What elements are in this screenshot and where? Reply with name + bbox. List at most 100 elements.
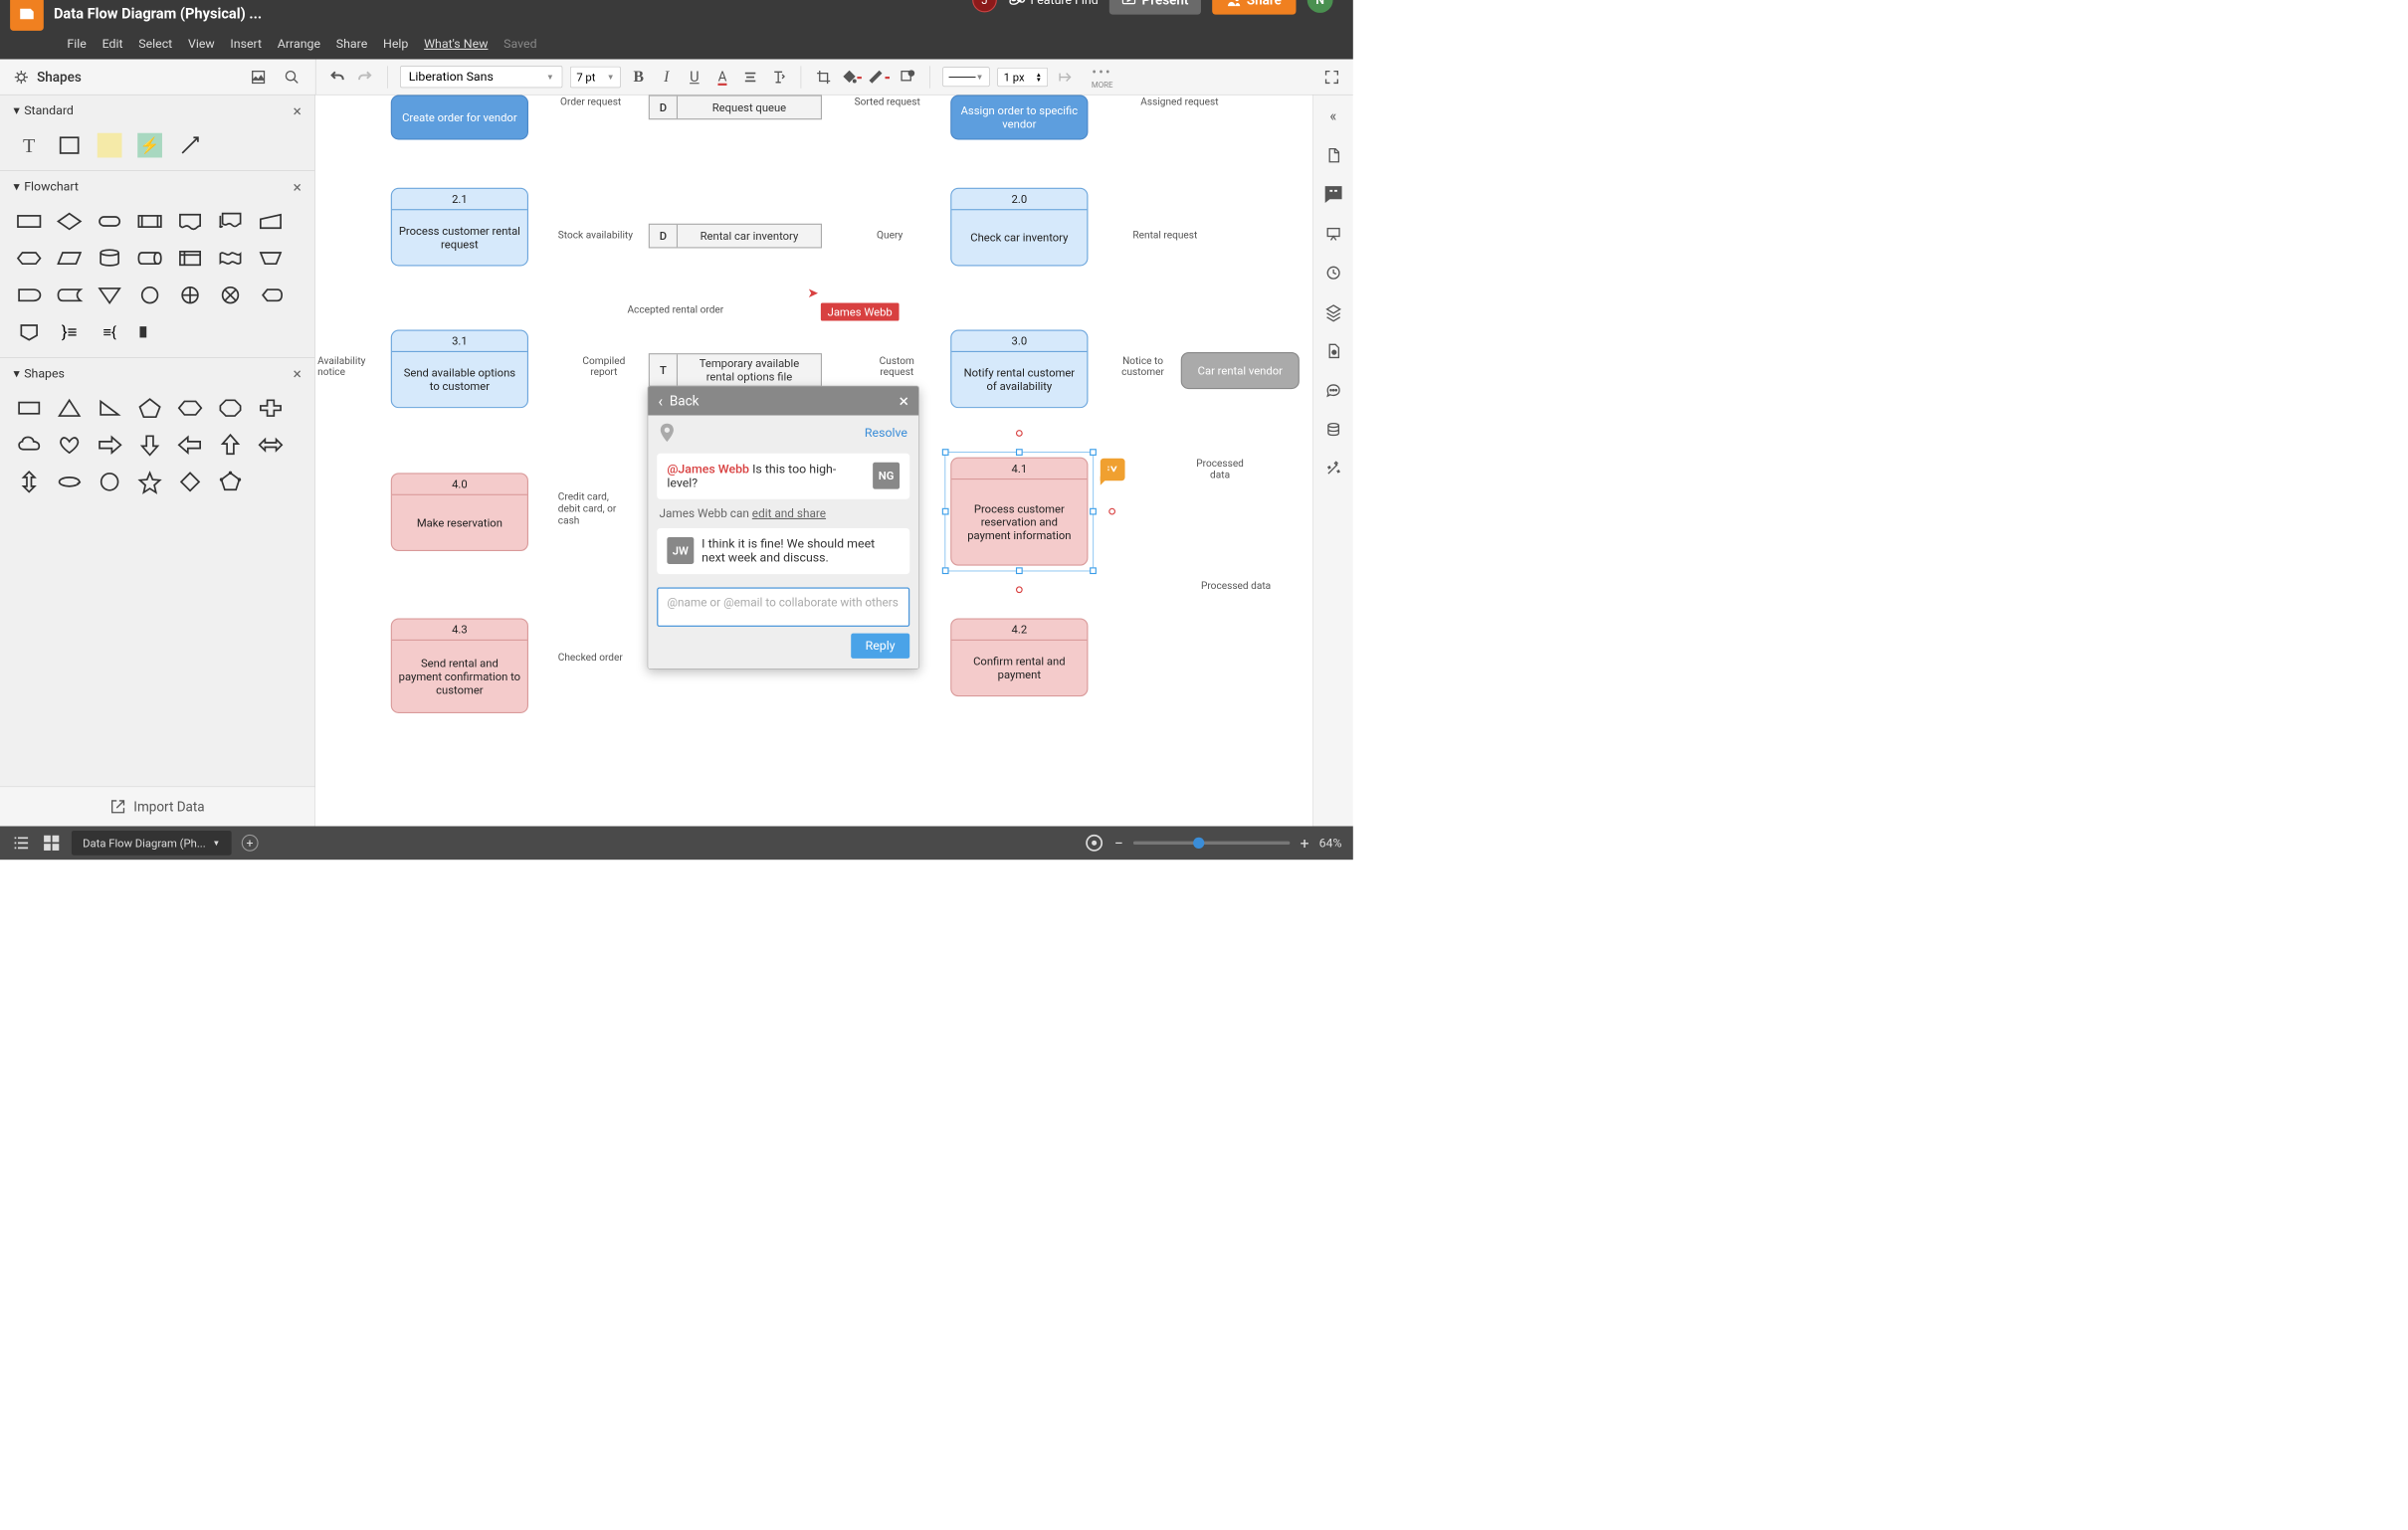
add-page-icon[interactable]: +: [242, 835, 259, 852]
shape-note[interactable]: [94, 131, 124, 159]
menu-arrange[interactable]: Arrange: [278, 37, 320, 51]
shape-process[interactable]: [13, 207, 44, 235]
theme-icon[interactable]: [1322, 340, 1344, 362]
shape-cross[interactable]: [255, 394, 286, 422]
shape-heart[interactable]: [54, 431, 85, 459]
target-icon[interactable]: [1085, 833, 1104, 853]
document-icon[interactable]: [10, 0, 44, 31]
shape-multidoc[interactable]: [215, 207, 246, 235]
more-button[interactable]: ••• MORE: [1092, 64, 1113, 90]
outline-icon[interactable]: [11, 833, 31, 853]
chat-icon[interactable]: [1322, 379, 1344, 401]
shape-card[interactable]: [134, 318, 165, 346]
shape-paper-tape[interactable]: [215, 245, 246, 273]
process-assign-order[interactable]: Assign order to specific vendor: [950, 96, 1088, 140]
border-color-icon[interactable]: [870, 67, 890, 87]
process-create-order[interactable]: Create order for vendor: [391, 96, 528, 140]
process-2.0[interactable]: 2.0 Check car inventory: [950, 188, 1088, 267]
shape-terminator[interactable]: [94, 207, 124, 235]
shapes-toggle[interactable]: Shapes: [13, 69, 81, 85]
shape-bolt[interactable]: ⚡: [134, 131, 165, 159]
search-icon[interactable]: [282, 67, 301, 87]
shape-connector[interactable]: [134, 282, 165, 309]
mention[interactable]: @James Webb: [667, 463, 749, 477]
fullscreen-icon[interactable]: [1321, 67, 1341, 87]
menu-whats-new[interactable]: What's New: [424, 37, 488, 51]
user-avatar-n[interactable]: N: [1307, 0, 1333, 13]
shape-display[interactable]: [255, 282, 286, 309]
font-size-select[interactable]: 7 pt▼: [570, 67, 621, 88]
collaborator-avatar-j[interactable]: J: [972, 0, 997, 12]
menu-view[interactable]: View: [188, 37, 215, 51]
shape-arrow-up[interactable]: [215, 431, 246, 459]
process-3.0[interactable]: 3.0 Notify rental customer of availabili…: [950, 330, 1088, 409]
page-icon[interactable]: [1322, 144, 1344, 166]
close-icon[interactable]: ×: [293, 178, 301, 197]
layers-icon[interactable]: [1322, 300, 1344, 322]
shape-arrow-right[interactable]: [94, 431, 124, 459]
arrow-direction-icon[interactable]: [1056, 67, 1076, 87]
process-4.2[interactable]: 4.2 Confirm rental and payment: [950, 618, 1088, 696]
menu-file[interactable]: File: [67, 37, 86, 51]
shape-options-icon[interactable]: [898, 67, 917, 87]
reply-button[interactable]: Reply: [851, 634, 909, 659]
shape-internal-storage[interactable]: [174, 245, 205, 273]
shape-decision[interactable]: [54, 207, 85, 235]
datastore-inventory[interactable]: D Rental car inventory: [649, 224, 822, 249]
shape-sum[interactable]: [215, 282, 246, 309]
close-icon[interactable]: ×: [293, 101, 301, 120]
feature-find-button[interactable]: Feature Find: [1008, 0, 1099, 8]
shape-preparation[interactable]: [13, 245, 44, 273]
import-data-button[interactable]: Import Data: [0, 787, 314, 826]
underline-icon[interactable]: U: [685, 67, 704, 87]
close-icon[interactable]: ×: [899, 390, 908, 411]
diagram-canvas[interactable]: Create order for vendor D Request queue …: [315, 96, 1312, 827]
datastore-request-queue[interactable]: D Request queue: [649, 96, 822, 120]
shape-off-page[interactable]: [13, 318, 44, 346]
shape-merge[interactable]: [94, 282, 124, 309]
magic-icon[interactable]: [1322, 458, 1344, 479]
process-4.1[interactable]: 4.1 Process customer reservation and pay…: [950, 458, 1088, 566]
menu-select[interactable]: Select: [138, 37, 172, 51]
zoom-out-icon[interactable]: −: [1114, 834, 1123, 853]
shape-arrow-left[interactable]: [174, 431, 205, 459]
comment-input[interactable]: @name or @email to collaborate with othe…: [657, 588, 909, 627]
shape-poly[interactable]: [215, 468, 246, 495]
shape-rect[interactable]: [54, 131, 85, 159]
shape-diamond[interactable]: [174, 468, 205, 495]
text-color-icon[interactable]: A: [712, 67, 732, 87]
panel-standard-header[interactable]: ▾ Standard×: [0, 96, 314, 127]
data-icon[interactable]: [1322, 418, 1344, 440]
font-select[interactable]: Liberation Sans▼: [400, 66, 562, 88]
edit-share-link[interactable]: edit and share: [752, 507, 826, 520]
process-2.1[interactable]: 2.1 Process customer rental request: [391, 188, 528, 267]
shape-star[interactable]: [134, 468, 165, 495]
collapse-rail-icon[interactable]: «: [1322, 105, 1344, 127]
shape-arrow-down[interactable]: [134, 431, 165, 459]
shape-document[interactable]: [174, 207, 205, 235]
grid-icon[interactable]: [42, 833, 62, 853]
process-4.3[interactable]: 4.3 Send rental and payment confirmation…: [391, 618, 528, 713]
menu-share[interactable]: Share: [336, 37, 368, 51]
back-icon[interactable]: ‹: [658, 392, 663, 411]
shape-or[interactable]: [174, 282, 205, 309]
shape-cloud[interactable]: [13, 431, 44, 459]
shape-stored-data[interactable]: [54, 282, 85, 309]
redo-icon[interactable]: [355, 67, 375, 87]
shape-manual-input[interactable]: [255, 207, 286, 235]
shape-data[interactable]: [54, 245, 85, 273]
shape-predefined[interactable]: [134, 207, 165, 235]
external-vendor[interactable]: Car rental vendor: [1181, 352, 1300, 389]
comment-badge-icon[interactable]: [1101, 459, 1125, 480]
bold-icon[interactable]: B: [629, 67, 649, 87]
zoom-value[interactable]: 64%: [1319, 836, 1342, 850]
shape-rect2[interactable]: [13, 394, 44, 422]
shape-brace[interactable]: }≡: [54, 318, 85, 346]
shape-direct-data[interactable]: [134, 245, 165, 273]
shape-right-tri[interactable]: [94, 394, 124, 422]
shape-triangle[interactable]: [54, 394, 85, 422]
line-style-select[interactable]: ▼: [942, 67, 989, 87]
align-icon[interactable]: [740, 67, 760, 87]
close-icon[interactable]: ×: [293, 364, 301, 383]
menu-edit[interactable]: Edit: [102, 37, 123, 51]
